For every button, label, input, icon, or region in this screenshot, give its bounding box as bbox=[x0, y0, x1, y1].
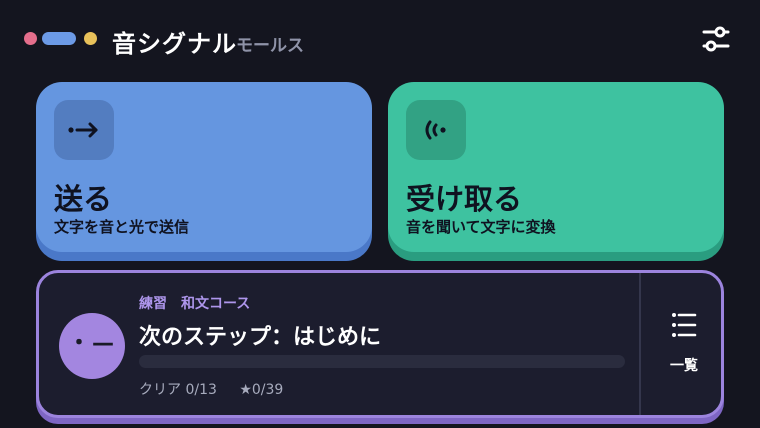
practice-avatar: ・— bbox=[59, 313, 125, 379]
sliders-icon bbox=[702, 26, 730, 52]
receive-title: 受け取る bbox=[406, 182, 523, 216]
list-button-label: 一覧 bbox=[670, 358, 698, 374]
app-title: 音シグナル bbox=[112, 30, 237, 58]
app-header: 音シグナル モールス bbox=[0, 0, 760, 80]
app-subtitle: モールス bbox=[236, 36, 304, 56]
course-list-button[interactable]: 一覧 bbox=[649, 303, 719, 383]
logo-dot-pink bbox=[24, 32, 37, 45]
morse-send-icon bbox=[54, 100, 114, 160]
signal-receive-icon bbox=[406, 100, 466, 160]
practice-course-tag: 練習 和文コース bbox=[139, 296, 251, 312]
send-description: 文字を音と光で送信 bbox=[54, 218, 190, 236]
star-count: ★0/39 bbox=[239, 382, 284, 398]
practice-panel[interactable]: ・— 練習 和文コース 次のステップ：はじめに クリア 0/13 ★0/39 一… bbox=[36, 270, 724, 418]
logo-dash-blue bbox=[42, 32, 76, 45]
panel-divider bbox=[639, 273, 641, 415]
list-icon bbox=[672, 313, 697, 337]
practice-stats: クリア 0/13 ★0/39 bbox=[139, 379, 301, 399]
avatar-morse-symbol: ・— bbox=[67, 331, 116, 356]
receive-description: 音を聞いて文字に変換 bbox=[406, 218, 556, 236]
settings-button[interactable] bbox=[698, 22, 734, 56]
next-step-title: 次のステップ：はじめに bbox=[139, 325, 382, 350]
send-title: 送る bbox=[54, 182, 113, 216]
receive-card[interactable]: 受け取る 音を聞いて文字に変換 bbox=[388, 82, 724, 252]
logo-dot-yellow bbox=[84, 32, 97, 45]
clear-count: クリア 0/13 bbox=[139, 382, 217, 398]
progress-bar bbox=[139, 355, 625, 368]
send-card[interactable]: 送る 文字を音と光で送信 bbox=[36, 82, 372, 252]
